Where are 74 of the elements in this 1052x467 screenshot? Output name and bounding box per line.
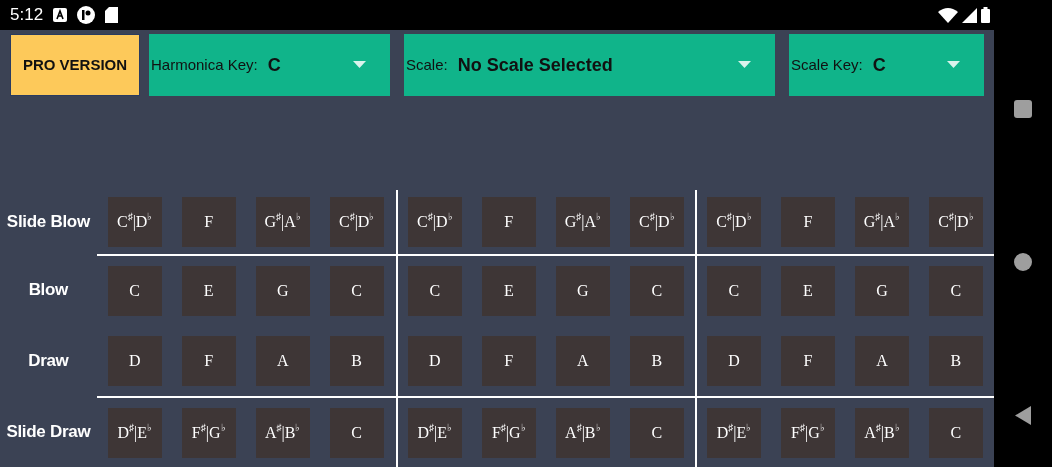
note-cell[interactable]: C$^{♯}$|D$^{♭}$ [107,197,162,247]
note-cell[interactable]: D$^{♯}$|E$^{♭}$ [407,407,462,458]
note-cell[interactable]: C$^{♯}$|D$^{♭}$ [928,197,983,247]
note-cell[interactable]: A$^{♯}$|B$^{♭}$ [854,407,909,458]
row-label: Slide Draw [5,420,92,443]
note-cell[interactable]: E [780,265,835,316]
note-cell[interactable]: A [255,335,310,386]
note-cell[interactable]: E [181,265,236,316]
note-cell[interactable]: G$^{♯}$|A$^{♭}$ [854,197,909,247]
note-cell[interactable]: C [329,407,384,458]
note-cell[interactable]: C [407,265,462,316]
note-cell[interactable]: C [629,265,684,316]
notification-icon [53,8,68,22]
note-cell[interactable]: F [181,335,236,386]
row-label: Slide Blow [5,211,91,234]
signal-icon [962,7,977,23]
dropdown-value: C [267,53,281,77]
note-cell[interactable]: G [555,265,610,316]
note-cell[interactable]: F [481,197,536,247]
dropdown-label: Scale: [406,54,448,75]
dropdown-value: No Scale Selected [457,53,613,77]
dropdown[interactable]: Scale Key: C [789,34,984,96]
note-cell[interactable]: F$^{♯}$|G$^{♭}$ [780,407,835,458]
note-cell[interactable]: D$^{♯}$|E$^{♭}$ [706,407,761,458]
back-icon[interactable] [1015,406,1031,425]
note-cell[interactable]: A [854,335,909,386]
dropdown[interactable]: Scale: No Scale Selected [404,34,775,96]
note-cell[interactable]: D$^{♯}$|E$^{♭}$ [107,407,162,458]
note-cell[interactable]: C$^{♯}$|D$^{♭}$ [329,197,384,247]
pro-version-button[interactable]: PRO VERSION [10,34,140,96]
dropdown-value: C [872,53,886,77]
note-cell[interactable]: G$^{♯}$|A$^{♭}$ [555,197,610,247]
note-cell[interactable]: G [255,265,310,316]
note-cell[interactable]: C [928,265,983,316]
note-cell[interactable]: B [928,335,983,386]
note-cell[interactable]: C$^{♯}$|D$^{♭}$ [407,197,462,247]
note-cell[interactable]: F [181,197,236,247]
note-cell[interactable]: D [407,335,462,386]
home-icon[interactable] [1014,253,1032,271]
note-cell[interactable]: C [928,407,983,458]
status-time: 5:12 [10,4,44,27]
note-cell[interactable]: A$^{♯}$|B$^{♭}$ [255,407,310,458]
note-cell[interactable]: D [706,335,761,386]
note-cell[interactable]: A$^{♯}$|B$^{♭}$ [555,407,610,458]
notification-icon [77,6,96,24]
note-cell[interactable]: C [629,407,684,458]
note-cell[interactable]: D [107,335,162,386]
row-label: Draw [27,349,70,372]
dropdown-label: Harmonica Key: [151,54,258,75]
note-cell[interactable]: F [780,197,835,247]
note-cell[interactable]: G$^{♯}$|A$^{♭}$ [255,197,310,247]
note-cell[interactable]: F [780,335,835,386]
note-cell[interactable]: E [481,265,536,316]
caret-icon [738,61,751,68]
note-cell[interactable]: B [629,335,684,386]
note-cell[interactable]: B [329,335,384,386]
note-cell[interactable]: C [107,265,162,316]
sd-card-icon [105,7,119,23]
note-cell[interactable]: C$^{♯}$|D$^{♭}$ [629,197,684,247]
dropdown[interactable]: Harmonica Key: C [149,34,390,96]
note-cell[interactable]: F [481,335,536,386]
note-cell[interactable]: A [555,335,610,386]
note-cell[interactable]: C [706,265,761,316]
wifi-icon [938,7,958,23]
note-cell[interactable]: F$^{♯}$|G$^{♭}$ [181,407,236,458]
caret-icon [947,61,960,68]
note-cell[interactable]: C$^{♯}$|D$^{♭}$ [706,197,761,247]
caret-icon [353,61,366,68]
note-cell[interactable]: C [329,265,384,316]
note-cell[interactable]: G [854,265,909,316]
note-cell[interactable]: F$^{♯}$|G$^{♭}$ [481,407,536,458]
battery-icon [981,7,990,23]
dropdown-label: Scale Key: [791,54,863,75]
row-label: Blow [27,278,70,301]
